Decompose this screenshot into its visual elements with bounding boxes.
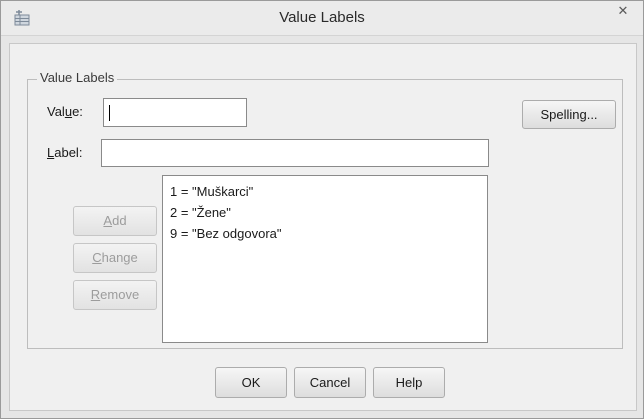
change-button[interactable]: Change (73, 243, 157, 273)
label-input[interactable] (101, 139, 489, 167)
add-button[interactable]: Add (73, 206, 157, 236)
list-item[interactable]: 2 = "Žene" (170, 202, 480, 223)
value-label-pre: Val (47, 104, 65, 119)
value-label-accel: u (64, 104, 73, 119)
value-input[interactable] (103, 98, 247, 127)
value-label-post: e: (72, 104, 83, 119)
value-label: Value: (47, 104, 83, 119)
list-item[interactable]: 1 = "Muškarci" (170, 181, 480, 202)
remove-button[interactable]: Remove (73, 280, 157, 310)
value-labels-list[interactable]: 1 = "Muškarci" 2 = "Žene" 9 = "Bez odgov… (162, 175, 488, 343)
add-accel: A (103, 213, 113, 228)
remove-accel: R (90, 287, 101, 302)
list-item[interactable]: 9 = "Bez odgovora" (170, 223, 480, 244)
window-title: Value Labels (279, 9, 365, 26)
text-caret (109, 105, 110, 121)
close-icon[interactable]: ✕ (611, 1, 635, 21)
remove-label: emove (100, 287, 140, 302)
change-accel: C (92, 250, 102, 265)
label-label: Label: (47, 145, 82, 160)
group-legend: Value Labels (37, 70, 118, 85)
spelling-button[interactable]: Spelling... (522, 100, 616, 129)
label-label-post: abel: (54, 145, 83, 160)
help-button[interactable]: Help (373, 367, 445, 398)
ok-button[interactable]: OK (215, 367, 287, 398)
add-label: dd (112, 213, 127, 228)
title-bar[interactable]: Value Labels ✕ (1, 1, 643, 36)
cancel-button[interactable]: Cancel (294, 367, 366, 398)
change-label: hange (101, 250, 138, 265)
